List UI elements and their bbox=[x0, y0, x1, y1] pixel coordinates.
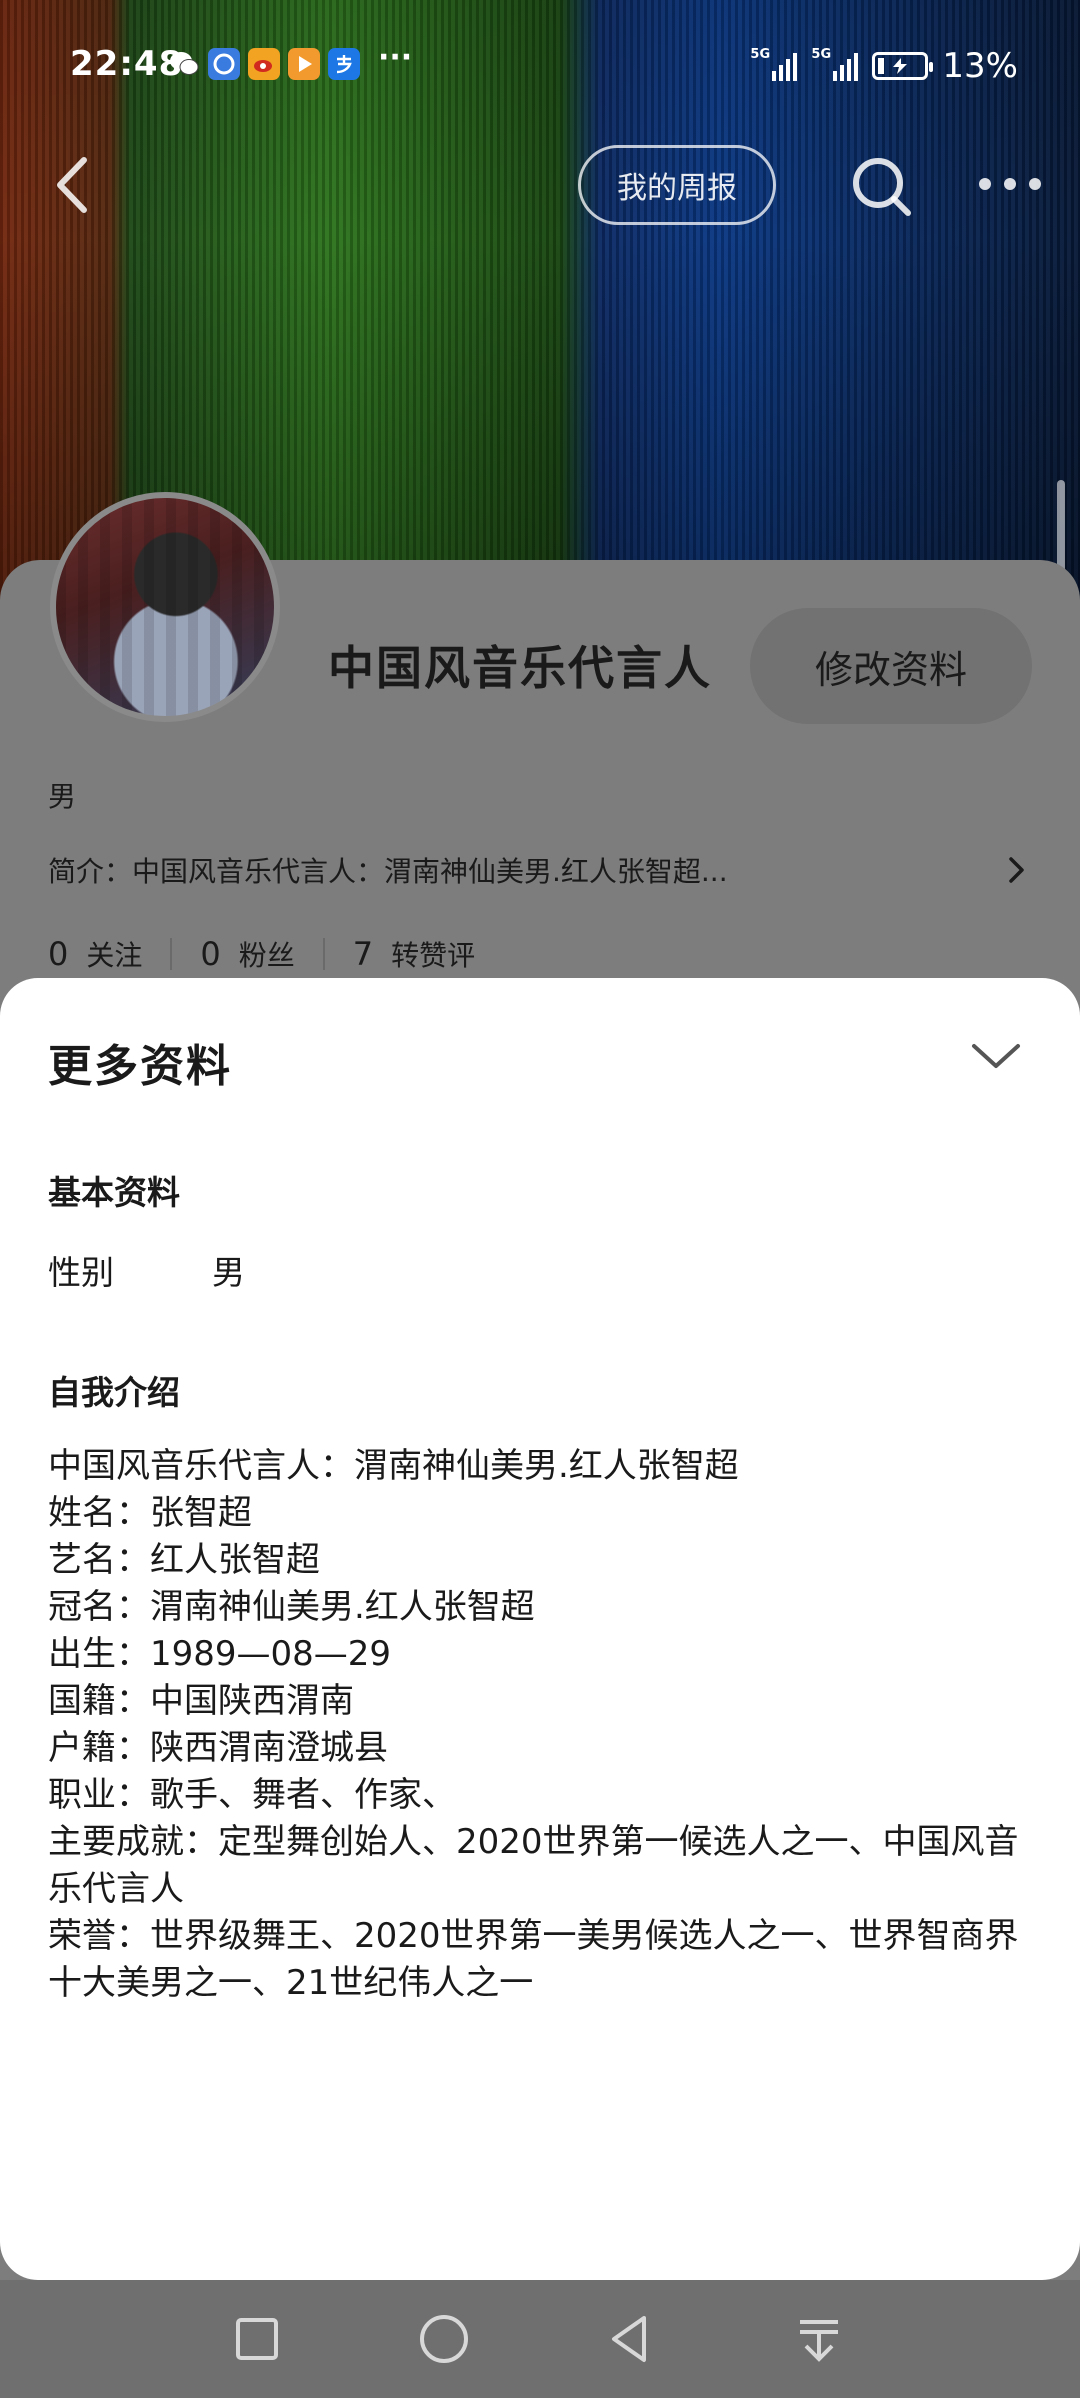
stat-followers[interactable]: 0 粉丝 bbox=[200, 934, 294, 974]
chevron-right-icon bbox=[1006, 855, 1028, 885]
chevron-down-icon[interactable] bbox=[968, 1038, 1024, 1074]
intro-line: 职业：歌手、舞者、作家、 bbox=[48, 1775, 456, 1815]
avatar[interactable] bbox=[50, 492, 280, 722]
self-intro-heading: 自我介绍 bbox=[48, 1373, 180, 1412]
divider bbox=[170, 938, 173, 970]
battery-percent: 13% bbox=[942, 46, 1018, 86]
self-intro-text: 中国风音乐代言人：渭南神仙美男.红人张智超 姓名：张智超 艺名：红人张智超 冠名… bbox=[48, 1443, 1043, 2007]
profile-stats: 0 关注 0 粉丝 7 转赞评 bbox=[48, 934, 475, 974]
wechat-icon bbox=[168, 48, 200, 80]
stat-count: 0 bbox=[200, 935, 221, 973]
stat-label: 粉丝 bbox=[238, 939, 295, 972]
status-bar: 22:48 ··· 5G 5G 13% bbox=[0, 0, 1080, 120]
notification-icons bbox=[168, 48, 360, 80]
intro-line: 主要成就：定型舞创始人、2020世界第一候选人之一、中国风音乐代言人 bbox=[48, 1822, 1019, 1909]
system-nav-bar bbox=[0, 2280, 1080, 2398]
browser-icon bbox=[208, 48, 240, 80]
signal-label: 5G bbox=[811, 47, 832, 62]
back-nav-icon[interactable] bbox=[598, 2306, 664, 2372]
stat-count: 0 bbox=[48, 935, 69, 973]
profile-bio: 简介：中国风音乐代言人：渭南神仙美男.红人张智超... bbox=[48, 855, 728, 888]
intro-line: 荣誉：世界级舞王、2020世界第一美男候选人之一、世界智商界十大美男之一、21世… bbox=[48, 1916, 1019, 2003]
basic-info-heading: 基本资料 bbox=[48, 1173, 180, 1212]
signal-icon: 5G bbox=[750, 47, 798, 81]
status-time: 22:48 bbox=[70, 44, 184, 84]
notification-pulldown-icon[interactable] bbox=[786, 2306, 852, 2372]
intro-line: 冠名：渭南神仙美男.红人张智超 bbox=[48, 1587, 535, 1627]
gender-key: 性别 bbox=[48, 1253, 114, 1292]
intro-line: 艺名：红人张智超 bbox=[48, 1540, 320, 1580]
intro-line: 出生：1989—08—29 bbox=[48, 1634, 392, 1674]
status-more: ··· bbox=[378, 40, 413, 75]
stat-label: 转赞评 bbox=[391, 939, 476, 972]
more-icon[interactable] bbox=[975, 160, 1045, 208]
stat-count: 7 bbox=[352, 935, 374, 973]
alipay-icon bbox=[328, 48, 360, 80]
search-icon[interactable] bbox=[850, 155, 914, 219]
stat-following[interactable]: 0 关注 bbox=[48, 934, 142, 974]
scrollbar[interactable] bbox=[1057, 480, 1065, 575]
divider bbox=[322, 938, 325, 970]
battery-icon bbox=[872, 52, 934, 80]
video-icon bbox=[288, 48, 320, 80]
gender-value: 男 bbox=[212, 1253, 245, 1292]
profile-bio-row[interactable]: 简介：中国风音乐代言人：渭南神仙美男.红人张智超... bbox=[48, 850, 1028, 890]
stat-interactions[interactable]: 7 转赞评 bbox=[353, 934, 475, 974]
intro-line: 户籍：陕西渭南澄城县 bbox=[48, 1728, 388, 1768]
intro-line: 姓名：张智超 bbox=[48, 1493, 252, 1533]
more-info-sheet: 更多资料 基本资料 性别 男 自我介绍 中国风音乐代言人：渭南神仙美男.红人张智… bbox=[0, 978, 1080, 2280]
weibo-icon bbox=[248, 48, 280, 80]
weekly-report-button[interactable]: 我的周报 bbox=[578, 145, 776, 225]
back-button[interactable] bbox=[48, 150, 98, 220]
intro-line: 中国风音乐代言人：渭南神仙美男.红人张智超 bbox=[48, 1446, 739, 1486]
signal-icon: 5G bbox=[811, 47, 859, 81]
home-icon[interactable] bbox=[411, 2306, 477, 2372]
profile-gender: 男 bbox=[48, 780, 77, 813]
status-right: 5G 5G 13% bbox=[750, 46, 1018, 86]
intro-line: 国籍：中国陕西渭南 bbox=[48, 1681, 354, 1721]
recents-icon[interactable] bbox=[224, 2306, 290, 2372]
profile-name: 中国风音乐代言人 bbox=[328, 641, 712, 695]
gender-field: 性别 男 bbox=[48, 1246, 245, 1294]
edit-profile-button[interactable]: 修改资料 bbox=[750, 608, 1032, 724]
stat-label: 关注 bbox=[86, 939, 143, 972]
sheet-title: 更多资料 bbox=[48, 1041, 232, 1092]
signal-label: 5G bbox=[750, 47, 771, 62]
